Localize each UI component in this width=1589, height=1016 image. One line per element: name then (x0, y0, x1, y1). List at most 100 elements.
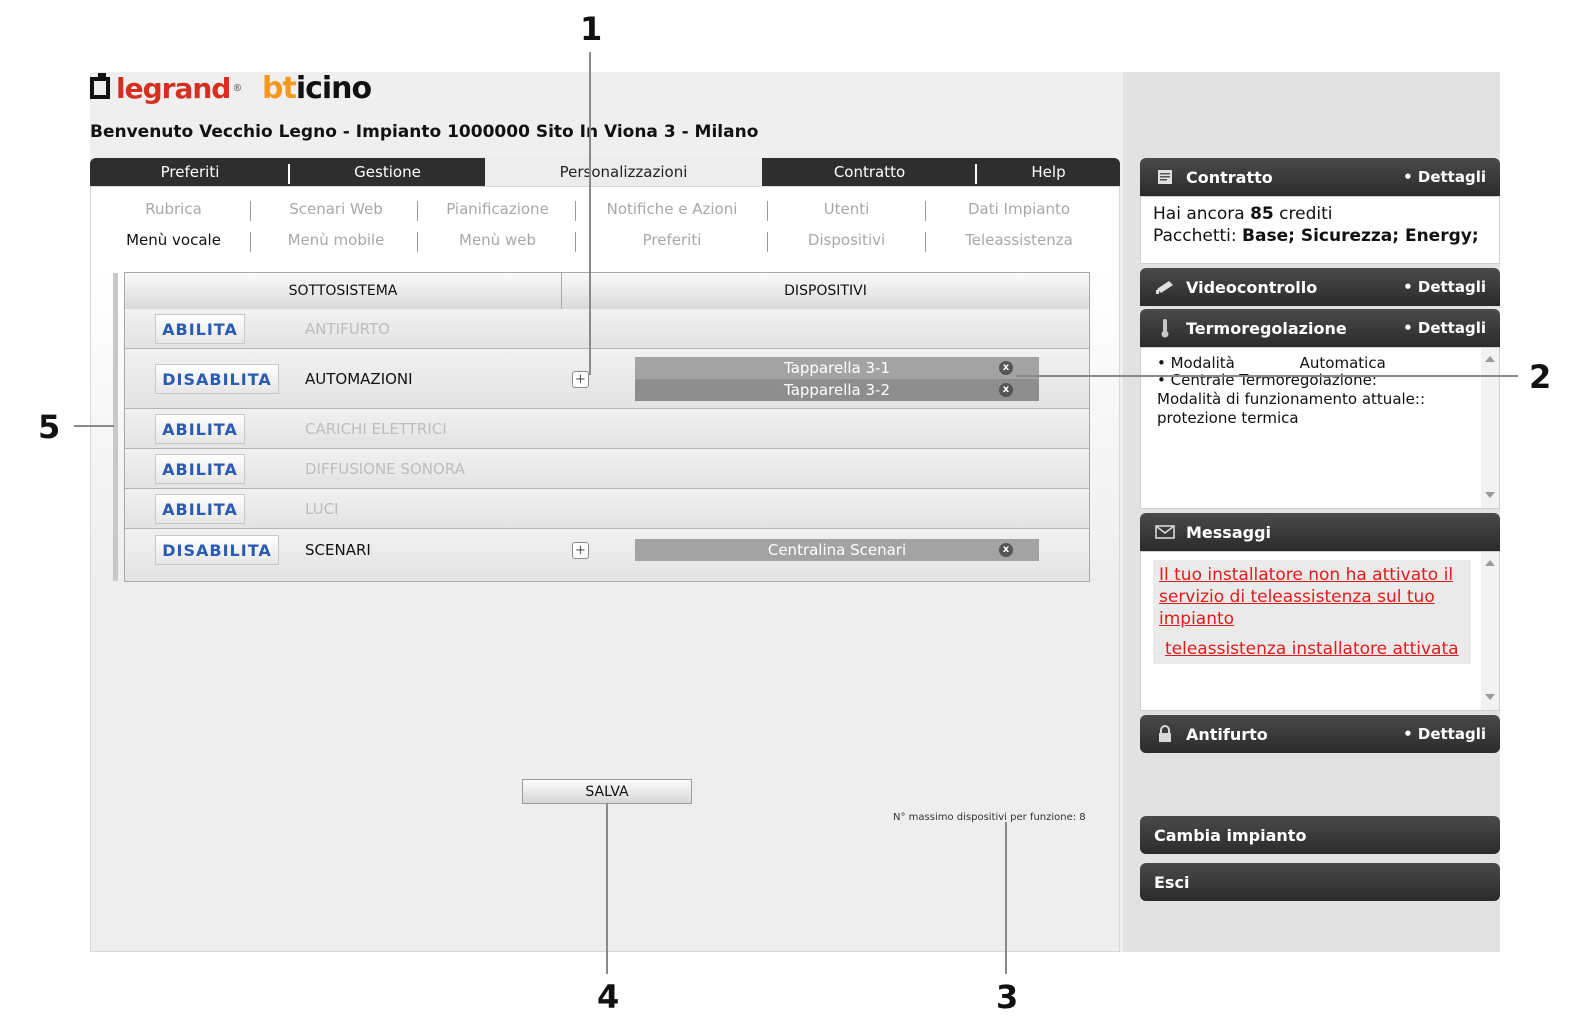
subnav-divider (250, 232, 251, 252)
subsystem-name: ANTIFURTO (305, 320, 390, 338)
table-row: ABILITA DIFFUSIONE SONORA (125, 449, 1089, 489)
message-link[interactable]: teleassistenza installatore attivata (1165, 639, 1459, 659)
subnav-teleassistenza[interactable]: Teleassistenza (927, 231, 1111, 249)
camera-icon (1154, 278, 1176, 296)
abilita-antifurto-button[interactable]: ABILITA (155, 314, 245, 344)
remove-device-icon[interactable]: x (999, 383, 1013, 397)
tab-help[interactable]: Help (977, 158, 1120, 186)
credits-value: 85 (1250, 204, 1274, 224)
remove-device-icon[interactable]: x (999, 543, 1013, 557)
table-frame-bar (113, 273, 118, 581)
antifurto-title: Antifurto (1186, 724, 1268, 744)
cambia-impianto-button[interactable]: Cambia impianto (1140, 816, 1500, 854)
termoregolazione-scrollbar[interactable] (1481, 348, 1499, 508)
callout-1: 1 (580, 10, 603, 48)
tab-personalizzazioni[interactable]: Personalizzazioni (485, 158, 762, 186)
callout-line (606, 803, 608, 974)
device-name: Tapparella 3-2 (784, 381, 890, 399)
termoregolazione-details-link[interactable]: • Dettagli (1403, 319, 1486, 337)
antifurto-details-link[interactable]: • Dettagli (1403, 725, 1486, 743)
callout-line (589, 52, 591, 375)
disabilita-scenari-button[interactable]: DISABILITA (155, 535, 279, 565)
central-mode-line: Modalità di funzionamento attuale:: (1157, 390, 1426, 408)
callout-3: 3 (996, 978, 1019, 1016)
subnav-divider (925, 201, 926, 221)
central-mode-value: protezione termica (1157, 409, 1299, 427)
subnav-divider (925, 232, 926, 252)
callout-line (1016, 375, 1518, 377)
messaggi-widget-header: Messaggi (1140, 513, 1500, 551)
subsystem-table: SOTTOSISTEMA DISPOSITIVI ABILITA ANTIFUR… (124, 272, 1090, 582)
disabilita-automazioni-button[interactable]: DISABILITA (155, 364, 279, 394)
legrand-mark-icon (90, 73, 110, 99)
main-tabs: Preferiti Gestione Personalizzazioni Con… (90, 158, 1120, 186)
bticino-logo: bt icino (262, 70, 372, 106)
mode-value: Automatica (1299, 354, 1386, 372)
legrand-logo: legrand ® (90, 70, 242, 106)
messaggi-widget-body: Il tuo installatore non ha attivato il s… (1140, 551, 1500, 711)
messaggi-title: Messaggi (1186, 522, 1272, 542)
subnav-preferiti[interactable]: Preferiti (577, 231, 767, 249)
contratto-widget-header: Contratto • Dettagli (1140, 158, 1500, 196)
subsystem-name: AUTOMAZIONI (305, 370, 413, 388)
table-row: ABILITA LUCI (125, 489, 1089, 529)
subnav-pianificazione[interactable]: Pianificazione (420, 200, 575, 218)
contratto-widget-body: Hai ancora 85 crediti Pacchetti: Base; S… (1140, 196, 1500, 264)
lock-icon (1154, 725, 1176, 743)
message-link[interactable]: Il tuo installatore non ha attivato il s… (1159, 565, 1453, 629)
max-devices-note: N° massimo dispositivi per funzione: 8 (893, 812, 1086, 823)
subnav-menu-vocale[interactable]: Menù vocale (97, 231, 250, 249)
callout-line (74, 425, 114, 427)
subnav-menu-web[interactable]: Menù web (420, 231, 575, 249)
central-label: • Centrale Termoregolazione: (1157, 371, 1377, 389)
messaggi-scrollbar[interactable] (1481, 552, 1499, 710)
tab-gestione[interactable]: Gestione (290, 158, 485, 186)
subnav-divider (575, 201, 576, 221)
add-device-button[interactable]: + (572, 371, 589, 388)
welcome-text: Benvenuto Vecchio Legno - Impianto 10000… (90, 122, 759, 142)
credits-line: Hai ancora 85 crediti (1153, 204, 1333, 224)
videocontrollo-title: Videocontrollo (1186, 277, 1318, 297)
packages-value: Base; Sicurezza; Energy; (1242, 226, 1479, 246)
subsystem-name: CARICHI ELETTRICI (305, 420, 447, 438)
subnav-divider (575, 232, 576, 252)
subnav-notifiche-azioni[interactable]: Notifiche e Azioni (577, 200, 767, 218)
subnav-dispositivi[interactable]: Dispositivi (769, 231, 924, 249)
contratto-title: Contratto (1186, 167, 1273, 187)
subsystem-name: SCENARI (305, 541, 371, 559)
add-device-button[interactable]: + (572, 542, 589, 559)
save-button[interactable]: SALVA (522, 779, 692, 804)
subnav-divider (250, 201, 251, 221)
termoregolazione-title: Termoregolazione (1186, 318, 1347, 338)
subnav-divider (417, 201, 418, 221)
tab-preferiti[interactable]: Preferiti (90, 158, 290, 186)
subsystem-name: DIFFUSIONE SONORA (305, 460, 465, 478)
antifurto-widget-header: Antifurto • Dettagli (1140, 715, 1500, 753)
abilita-diffusione-button[interactable]: ABILITA (155, 454, 245, 484)
thermometer-icon (1154, 319, 1176, 338)
device-item: Centralina Scenari x (635, 539, 1039, 561)
esci-button[interactable]: Esci (1140, 863, 1500, 901)
envelope-icon (1154, 523, 1176, 541)
termoregolazione-widget-header: Termoregolazione • Dettagli (1140, 309, 1500, 347)
device-item: Tapparella 3-2 x (635, 379, 1039, 401)
subnav-utenti[interactable]: Utenti (769, 200, 924, 218)
subnav-menu-mobile[interactable]: Menù mobile (255, 231, 417, 249)
callout-2: 2 (1529, 358, 1552, 396)
contratto-details-link[interactable]: • Dettagli (1403, 168, 1486, 186)
subnav-rubrica[interactable]: Rubrica (97, 200, 250, 218)
remove-device-icon[interactable]: x (999, 361, 1013, 375)
subnav-divider (767, 201, 768, 221)
abilita-luci-button[interactable]: ABILITA (155, 494, 245, 524)
device-name: Tapparella 3-1 (784, 359, 890, 377)
videocontrollo-details-link[interactable]: • Dettagli (1403, 278, 1486, 296)
subnav-scenari-web[interactable]: Scenari Web (255, 200, 417, 218)
abilita-carichi-button[interactable]: ABILITA (155, 414, 245, 444)
tab-contratto[interactable]: Contratto (762, 158, 977, 186)
document-icon (1154, 168, 1176, 186)
videocontrollo-widget-header: Videocontrollo • Dettagli (1140, 268, 1500, 306)
subnav-dati-impianto[interactable]: Dati Impianto (927, 200, 1111, 218)
table-row: ABILITA CARICHI ELETTRICI (125, 409, 1089, 449)
termoregolazione-widget-body: • Modalità Automatica • Centrale Termore… (1140, 347, 1500, 509)
packages-line: Pacchetti: Base; Sicurezza; Energy; (1153, 226, 1479, 246)
